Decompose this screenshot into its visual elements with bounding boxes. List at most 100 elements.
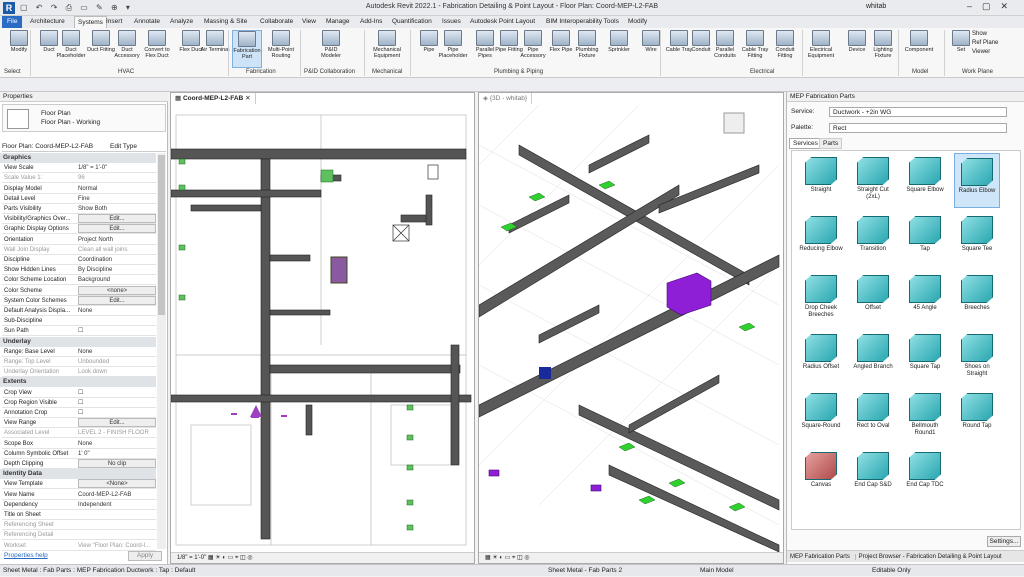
property-row[interactable]: Range: Base Level None [2, 347, 156, 357]
property-row[interactable]: Graphic Display Options Edit... [2, 224, 156, 235]
property-row[interactable]: Associated Level LEVEL 2 - FINISH FLOOR [2, 428, 156, 439]
property-value[interactable]: <None> [78, 479, 156, 489]
property-row[interactable]: Display Model Normal [2, 184, 156, 194]
ref-plane-button[interactable]: Ref Plane [972, 39, 998, 48]
show-button[interactable]: Show [972, 30, 998, 39]
part-straight[interactable]: Straight [798, 153, 844, 208]
tab-project-browser[interactable]: Project Browser - Fabrication Detailing … [854, 554, 1005, 560]
part-end-cap-tdc[interactable]: End Cap TDC [902, 448, 948, 503]
parallel-conduits-button[interactable]: Parallel Conduits [710, 30, 740, 68]
editable-only-toggle[interactable]: Editable Only [872, 565, 911, 577]
property-row[interactable]: Color Scheme Location Background [2, 275, 156, 286]
property-value[interactable]: ☐ [78, 408, 156, 418]
property-row[interactable]: Wall Join Display Clean all wall joins [2, 245, 156, 255]
part-offset[interactable]: Offset [850, 271, 896, 326]
property-value[interactable]: None [78, 439, 156, 449]
tab-floor-plan[interactable]: ▦ Coord-MEP-L2-FAB ✕ [171, 93, 256, 104]
property-row[interactable]: Scale Value 1: 96 [2, 173, 156, 184]
tab-insert[interactable]: Insert [106, 16, 122, 28]
property-value[interactable]: Look down [78, 367, 156, 377]
tab-annotate[interactable]: Annotate [134, 16, 160, 28]
workset-selector[interactable]: Sheet Metal - Fab Parts 2 [548, 565, 622, 577]
user-name[interactable]: whitab [866, 3, 886, 10]
part-breeches[interactable]: Breeches [954, 271, 1000, 326]
part-45-angle[interactable]: 45 Angle [902, 271, 948, 326]
tab-manage[interactable]: Manage [326, 16, 350, 28]
property-row[interactable]: View Template <None> [2, 479, 156, 490]
lighting-fixture-button[interactable]: Lighting Fixture [868, 30, 898, 68]
tab-analyze[interactable]: Analyze [170, 16, 193, 28]
property-row[interactable]: Orientation Project North [2, 235, 156, 245]
convert-to-flex-duct-button[interactable]: Convert to Flex Duct [142, 30, 172, 68]
window-controls[interactable]: –▢✕ [967, 1, 1018, 12]
property-value[interactable]: Clean all wall joins [78, 245, 156, 255]
wire-button[interactable]: Wire [636, 30, 666, 68]
property-section[interactable]: Graphics [0, 153, 156, 163]
tab-services[interactable]: Services [789, 138, 822, 149]
property-row[interactable]: View Range Edit... [2, 418, 156, 429]
palette-dropdown[interactable]: Rect [829, 123, 1007, 133]
cable-tray-fitting-button[interactable]: Cable Tray Fitting [740, 30, 770, 68]
tab-autodesk-point-layout[interactable]: Autodesk Point Layout [470, 16, 535, 28]
property-section[interactable]: Underlay [0, 336, 156, 347]
part-straight-cut-2xl-[interactable]: Straight Cut (2xL) [850, 153, 896, 208]
property-value[interactable]: Show Both [78, 204, 156, 214]
part-end-cap-s-d[interactable]: End Cap S&D [850, 448, 896, 503]
property-value[interactable]: LEVEL 2 - FINISH FLOOR [78, 428, 156, 438]
property-row[interactable]: Dependency Independent [2, 500, 156, 510]
property-row[interactable]: Column Symbolic Offset 1' 0" [2, 449, 156, 459]
viewer-button[interactable]: Viewer [972, 48, 998, 57]
part-square-tap[interactable]: Square Tap [902, 330, 948, 385]
part-rect-to-oval[interactable]: Rect to Oval [850, 389, 896, 444]
property-value[interactable]: ☐ [78, 398, 156, 408]
settings-button[interactable]: Settings... [987, 536, 1021, 547]
property-row[interactable]: View Name Coord-MEP-L2-FAB [2, 490, 156, 500]
design-option-selector[interactable]: Main Model [700, 565, 734, 577]
tab-add-ins[interactable]: Add-Ins [360, 16, 382, 28]
property-value[interactable]: ☐ [78, 388, 156, 398]
type-selector[interactable]: Floor Plan Floor Plan - Working [2, 104, 166, 132]
tab-modify[interactable]: Modify [628, 16, 647, 28]
property-row[interactable]: Sun Path ☐ [2, 326, 156, 337]
property-section[interactable]: Extents [0, 377, 156, 388]
floor-plan-canvas[interactable] [171, 105, 474, 552]
service-dropdown[interactable]: Ductwork - +2in WG [829, 107, 1007, 117]
property-value[interactable]: Unbounded [78, 357, 156, 367]
part-square-round[interactable]: Square-Round [798, 389, 844, 444]
part-bellmouth-round1[interactable]: Bellmouth Round1 [902, 389, 948, 444]
property-row[interactable]: Range: Top Level Unbounded [2, 357, 156, 367]
property-row[interactable]: Discipline Coordination [2, 255, 156, 265]
property-row[interactable]: Color Scheme <none> [2, 285, 156, 296]
part-tap[interactable]: Tap [902, 212, 948, 267]
air-terminal-button[interactable]: Air Terminal [200, 30, 230, 68]
property-value[interactable]: 1/8" = 1'-0" [78, 163, 156, 173]
property-row[interactable]: Visibility/Graphics Over... Edit... [2, 214, 156, 225]
property-value[interactable]: Coord-MEP-L2-FAB [78, 490, 156, 500]
property-row[interactable]: Scope Box None [2, 439, 156, 449]
property-value[interactable]: 96 [78, 173, 156, 183]
3d-view-control-bar[interactable]: ▦ ☀ ◐ ▭ ⌖ ◫ ◎ [479, 552, 783, 563]
property-value[interactable]: ☐ [78, 326, 156, 336]
properties-help-link[interactable]: Properties help [4, 552, 48, 559]
property-value[interactable]: Edit... [78, 418, 156, 428]
property-value[interactable]: No clip [78, 459, 156, 468]
property-row[interactable]: Depth Clipping No clip [2, 459, 156, 469]
property-value[interactable]: 1' 0" [78, 449, 156, 459]
part-transition[interactable]: Transition [850, 212, 896, 267]
property-row[interactable]: Crop Region Visible ☐ [2, 398, 156, 408]
plan-view-control-bar[interactable]: 1/8" = 1'-0" ▦ ☀ ◐ ▭ ⌖ ◫ ◎ [171, 552, 474, 563]
p-id-modeler-button[interactable]: P&ID Modeler [316, 30, 346, 68]
tab-parts[interactable]: Parts [819, 138, 843, 149]
property-row[interactable]: Parts Visibility Show Both [2, 204, 156, 214]
part-angled-branch[interactable]: Angled Branch [850, 330, 896, 385]
part-radius-offset[interactable]: Radius Offset [798, 330, 844, 385]
plumbing-fixture-button[interactable]: Plumbing Fixture [572, 30, 602, 68]
property-row[interactable]: Default Analysis Displa... None [2, 306, 156, 316]
property-row[interactable]: Show Hidden Lines By Discipline [2, 265, 156, 276]
duct-placeholder-button[interactable]: Duct Placeholder [56, 30, 86, 68]
3d-canvas[interactable] [479, 105, 783, 552]
part-square-tee[interactable]: Square Tee [954, 212, 1000, 267]
sprinkler-button[interactable]: Sprinkler [604, 30, 634, 68]
3d-view[interactable]: ◈ {3D - whitab} ▦ ☀ ◐ ▭ ⌖ ◫ ◎ [478, 92, 784, 564]
property-value[interactable]: View "Floor Plan: Coord-l... [78, 541, 156, 551]
